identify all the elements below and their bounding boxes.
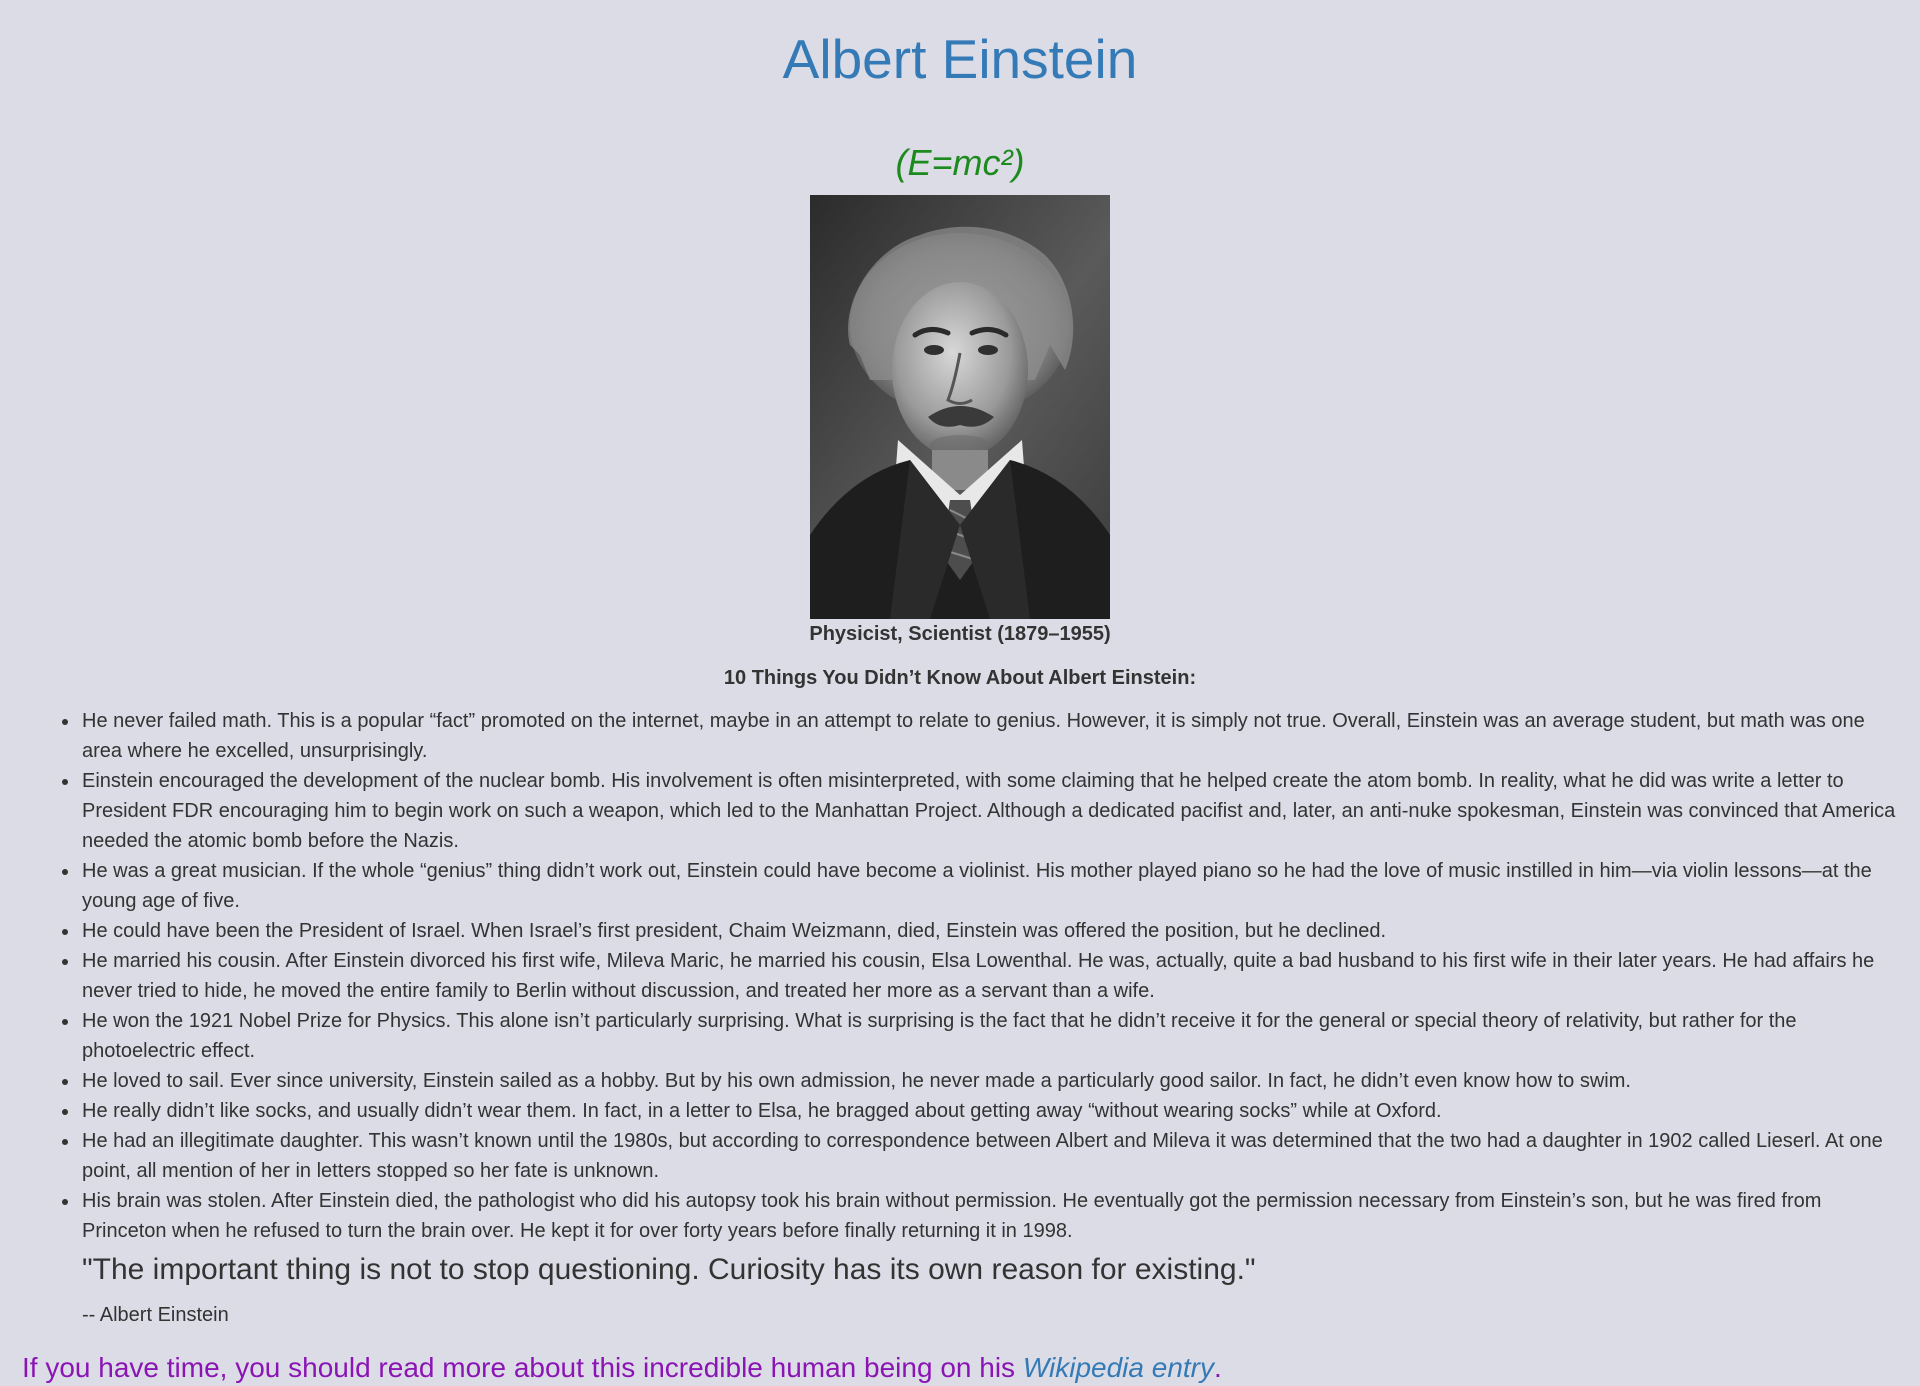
page-title: Albert Einstein	[782, 28, 1138, 90]
einstein-portrait-image	[810, 195, 1110, 619]
list-item: He was a great musician. If the whole “g…	[62, 856, 1898, 916]
read-more-suffix: .	[1214, 1352, 1222, 1383]
list-item: He never failed math. This is a popular …	[62, 706, 1898, 766]
list-item: He won the 1921 Nobel Prize for Physics.…	[62, 1006, 1898, 1066]
quote-author: -- Albert Einstein	[82, 1304, 229, 1326]
portrait-caption: Physicist, Scientist (1879–1955)	[809, 623, 1111, 645]
list-item: Einstein encouraged the development of t…	[62, 766, 1898, 856]
read-more-paragraph: If you have time, you should read more a…	[22, 1330, 1898, 1386]
facts-list: He never failed math. This is a popular …	[22, 692, 1898, 1246]
portrait-figure: Physicist, Scientist (1879–1955)	[22, 183, 1898, 648]
facts-heading: 10 Things You Didn’t Know About Albert E…	[723, 667, 1197, 689]
list-item: He really didn’t like socks, and usually…	[62, 1096, 1898, 1126]
quote-text: "The important thing is not to stop ques…	[82, 1253, 1256, 1286]
list-item: He had an illegitimate daughter. This wa…	[62, 1126, 1898, 1186]
list-item: He loved to sail. Ever since university,…	[62, 1066, 1898, 1096]
tribute-page: Albert Einstein (E=mc²) Physicist, Scien…	[0, 0, 1920, 1384]
read-more-text: If you have time, you should read more a…	[22, 1352, 1023, 1383]
einstein-quote: "The important thing is not to stop ques…	[22, 1246, 1898, 1290]
formula-subtitle: (E=mc²)	[895, 142, 1025, 183]
wikipedia-link[interactable]: Wikipedia entry	[1023, 1352, 1214, 1383]
list-item: He could have been the President of Isra…	[62, 916, 1898, 946]
list-item: He married his cousin. After Einstein di…	[62, 946, 1898, 1006]
list-item: His brain was stolen. After Einstein die…	[62, 1186, 1898, 1246]
